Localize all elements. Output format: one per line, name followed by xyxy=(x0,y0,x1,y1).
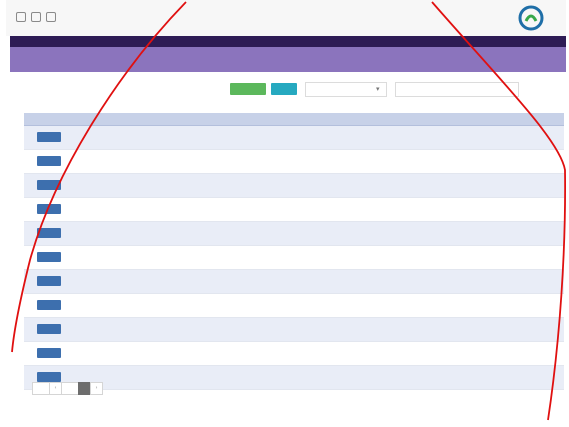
row-view-button[interactable] xyxy=(37,156,61,166)
settings-icon[interactable] xyxy=(16,12,26,22)
row-view-button[interactable] xyxy=(37,132,61,142)
brand-logo-icon xyxy=(518,5,544,31)
row-view-button[interactable] xyxy=(37,228,61,238)
row-view-button[interactable] xyxy=(37,276,61,286)
pagination-next[interactable]: › xyxy=(90,382,103,395)
row-view-button[interactable] xyxy=(37,180,61,190)
search-input[interactable] xyxy=(395,82,519,97)
pagination-gap xyxy=(61,382,79,395)
search-button[interactable] xyxy=(271,83,297,95)
toolbar-icons xyxy=(16,12,56,22)
pagination: ‹ › xyxy=(32,382,103,395)
table-body xyxy=(24,126,564,390)
row-view-button[interactable] xyxy=(37,300,61,310)
table-row[interactable] xyxy=(24,318,564,342)
user-icon[interactable] xyxy=(46,12,56,22)
row-view-button[interactable] xyxy=(37,204,61,214)
chevron-down-icon: ▾ xyxy=(376,85,380,93)
export-button[interactable] xyxy=(230,83,266,95)
table-row[interactable] xyxy=(24,126,564,150)
row-view-button[interactable] xyxy=(37,252,61,262)
top-bar xyxy=(6,0,566,36)
table-header xyxy=(24,113,564,126)
table-row[interactable] xyxy=(24,174,564,198)
page-header xyxy=(10,47,566,72)
row-view-button[interactable] xyxy=(37,324,61,334)
data-table xyxy=(24,113,564,390)
table-row[interactable] xyxy=(24,150,564,174)
filter-select[interactable]: ▾ xyxy=(305,82,387,97)
row-view-button[interactable] xyxy=(37,348,61,358)
table-row[interactable] xyxy=(24,294,564,318)
table-row[interactable] xyxy=(24,342,564,366)
table-row[interactable] xyxy=(24,246,564,270)
pagination-first[interactable] xyxy=(32,382,50,395)
row-view-button[interactable] xyxy=(37,372,61,382)
header-strip xyxy=(10,36,566,47)
grid-icon[interactable] xyxy=(31,12,41,22)
filter-row: ▾ xyxy=(20,80,560,100)
table-row[interactable] xyxy=(24,270,564,294)
app-window: ▾ ‹ › xyxy=(0,0,569,427)
table-row[interactable] xyxy=(24,366,564,390)
table-row[interactable] xyxy=(24,198,564,222)
table-row[interactable] xyxy=(24,222,564,246)
